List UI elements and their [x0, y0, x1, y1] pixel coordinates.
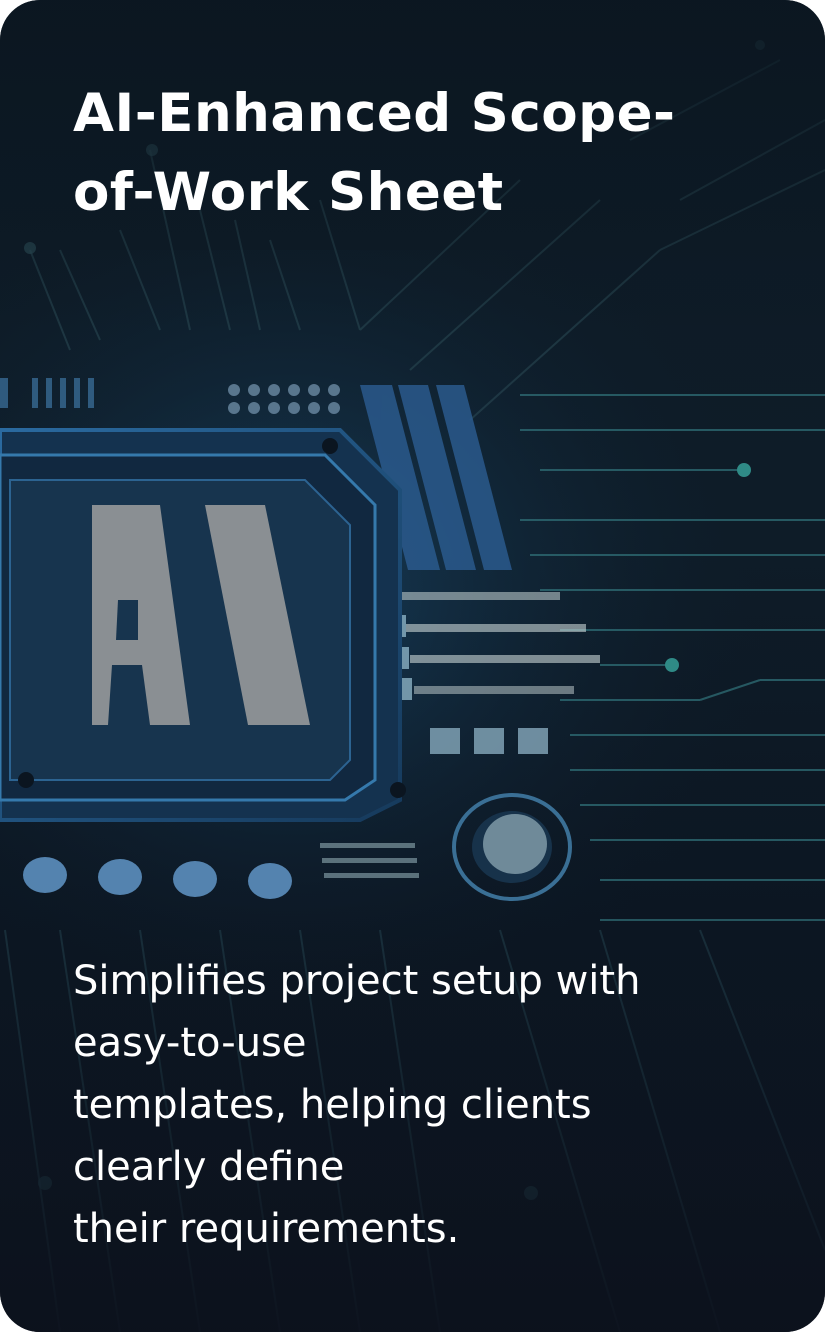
description-line: templates, helping clients — [73, 1082, 592, 1128]
card-description: Simplifies project setup with easy-to-us… — [73, 950, 773, 1260]
feature-card[interactable]: AI-Enhanced Scope-of-Work Sheet Simplifi… — [0, 0, 825, 1332]
description-line: Simplifies project setup with — [73, 958, 641, 1004]
description-line: their requirements. — [73, 1206, 460, 1252]
description-line: easy-to-use — [73, 1020, 307, 1066]
description-line: clearly define — [73, 1144, 345, 1190]
card-title: AI-Enhanced Scope-of-Work Sheet — [73, 83, 676, 223]
